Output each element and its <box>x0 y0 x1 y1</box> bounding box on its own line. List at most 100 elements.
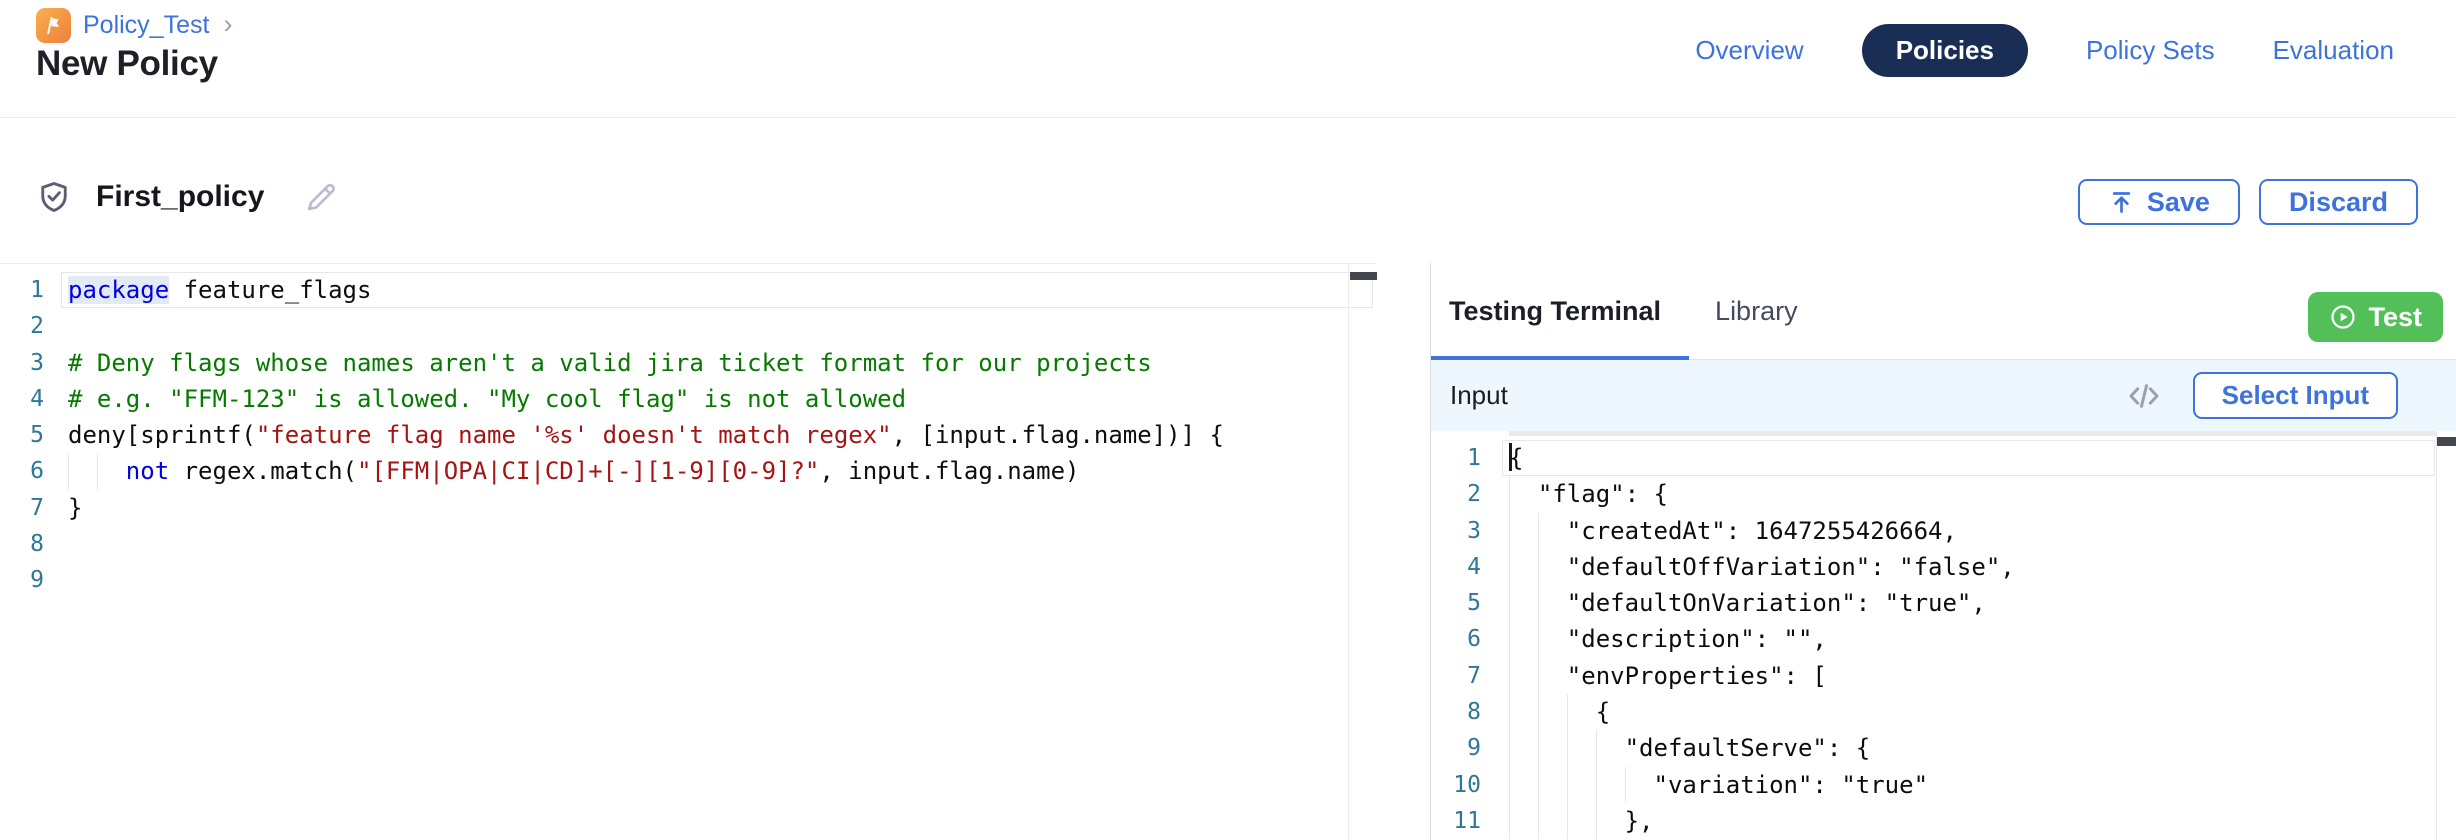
code-text: "flag": { <box>1509 476 1668 512</box>
code-icon[interactable] <box>2125 377 2163 415</box>
flag-icon <box>36 8 71 43</box>
input-editor[interactable]: 1{2 "flag": {3 "createdAt": 164725542666… <box>1431 431 2456 840</box>
upload-arrow-icon <box>2108 189 2135 216</box>
toolbar-buttons: Save Discard <box>2078 179 2418 225</box>
code-line[interactable]: 7 "envProperties": [ <box>1431 658 2456 694</box>
code-text: { <box>1509 694 1610 730</box>
code-text: } <box>68 490 82 526</box>
input-editor-scrollbar-track <box>2436 431 2437 840</box>
save-button-label: Save <box>2147 187 2210 218</box>
code-line[interactable]: 2 "flag": { <box>1431 476 2456 512</box>
breadcrumb-project-link[interactable]: Policy_Test <box>83 11 209 40</box>
chevron-right-icon: › <box>223 9 232 40</box>
shield-check-icon <box>36 179 72 215</box>
line-number: 2 <box>0 308 44 344</box>
testing-panel: Testing Terminal Library Test Input Sele… <box>1430 263 2456 840</box>
line-number: 4 <box>1431 549 1481 585</box>
play-circle-icon <box>2329 303 2357 331</box>
policy-editor-scrollbar-track <box>1348 264 1349 840</box>
code-line[interactable]: 9 "defaultServe": { <box>1431 730 2456 766</box>
input-title: Input <box>1450 380 1508 411</box>
code-line[interactable]: 1{ <box>1431 440 2456 476</box>
policy-editor-scrollbar-thumb[interactable] <box>1350 272 1377 280</box>
line-number: 4 <box>0 381 44 417</box>
tab-library[interactable]: Library <box>1715 296 1798 327</box>
code-line[interactable]: 7} <box>0 490 1375 526</box>
code-text: # e.g. "FFM-123" is allowed. "My cool fl… <box>68 381 906 417</box>
line-number: 6 <box>1431 621 1481 657</box>
save-button[interactable]: Save <box>2078 179 2240 225</box>
line-number: 1 <box>1431 440 1481 476</box>
code-line[interactable]: 6 "description": "", <box>1431 621 2456 657</box>
tab-testing-terminal[interactable]: Testing Terminal <box>1449 296 1661 327</box>
code-text: "defaultOffVariation": "false", <box>1509 549 2015 585</box>
pencil-icon[interactable] <box>302 178 340 216</box>
select-input-button[interactable]: Select Input <box>2193 372 2398 419</box>
code-text: "defaultOnVariation": "true", <box>1509 585 1986 621</box>
code-text: deny[sprintf("feature flag name '%s' doe… <box>68 417 1224 453</box>
line-number: 11 <box>1431 803 1481 839</box>
code-line[interactable]: 8 <box>0 526 1375 562</box>
nav-item-evaluation[interactable]: Evaluation <box>2273 35 2394 66</box>
code-text: package feature_flags <box>68 272 371 308</box>
line-number: 6 <box>0 453 44 489</box>
discard-button-label: Discard <box>2289 187 2388 218</box>
code-line[interactable]: 9 <box>0 562 1375 598</box>
code-text: }, <box>1509 803 1654 839</box>
breadcrumb: Policy_Test › <box>36 8 232 43</box>
line-number: 5 <box>1431 585 1481 621</box>
code-line[interactable]: 5 deny[sprintf("feature flag name '%s' do… <box>0 417 1375 453</box>
code-line[interactable]: 8 { <box>1431 694 2456 730</box>
code-text: "description": "", <box>1509 621 1827 657</box>
code-text: # Deny flags whose names aren't a valid … <box>68 345 1152 381</box>
nav-item-policy-sets[interactable]: Policy Sets <box>2086 35 2215 66</box>
code-text: not regex.match("[FFM|OPA|CI|CD]+[-][1-9… <box>68 453 1079 489</box>
code-line[interactable]: 4 "defaultOffVariation": "false", <box>1431 549 2456 585</box>
code-line[interactable]: 4 # e.g. "FFM-123" is allowed. "My cool f… <box>0 381 1375 417</box>
top-nav: Overview Policies Policy Sets Evaluation <box>1695 24 2394 77</box>
policy-editor-lines: 1 package feature_flags 23 # Deny flags who… <box>0 264 1375 599</box>
discard-button[interactable]: Discard <box>2259 179 2418 225</box>
code-line[interactable]: 5 "defaultOnVariation": "true", <box>1431 585 2456 621</box>
line-number: 5 <box>0 417 44 453</box>
input-editor-lines: 1{2 "flag": {3 "createdAt": 164725542666… <box>1431 431 2456 839</box>
policy-name: First_policy <box>96 180 264 214</box>
code-line[interactable]: 2 <box>0 308 1375 344</box>
testing-panel-tabs: Testing Terminal Library Test <box>1431 263 2456 360</box>
code-line[interactable]: 3 # Deny flags whose names aren't a valid… <box>0 345 1375 381</box>
line-number: 1 <box>0 272 44 308</box>
line-number: 3 <box>0 345 44 381</box>
line-number: 7 <box>0 490 44 526</box>
input-editor-scrollbar-thumb[interactable] <box>2437 437 2456 446</box>
code-text: "defaultServe": { <box>1509 730 1870 766</box>
code-text: { <box>1509 440 1523 476</box>
select-input-label: Select Input <box>2222 380 2369 411</box>
page-title: New Policy <box>36 44 218 84</box>
code-line[interactable]: 11 }, <box>1431 803 2456 839</box>
line-number: 8 <box>1431 694 1481 730</box>
policy-toolbar: First_policy <box>36 178 340 216</box>
policy-editor[interactable]: 1 package feature_flags 23 # Deny flags who… <box>0 263 1375 840</box>
code-line[interactable]: 10 "variation": "true" <box>1431 767 2456 803</box>
code-text: "envProperties": [ <box>1509 658 1827 694</box>
line-number: 10 <box>1431 767 1481 803</box>
line-number: 7 <box>1431 658 1481 694</box>
line-number: 8 <box>0 526 44 562</box>
code-line[interactable]: 6 not regex.match("[FFM|OPA|CI|CD]+[-][1… <box>0 453 1375 489</box>
nav-item-overview[interactable]: Overview <box>1695 35 1803 66</box>
code-text: "variation": "true" <box>1509 767 1928 803</box>
code-line[interactable]: 3 "createdAt": 1647255426664, <box>1431 513 2456 549</box>
line-number: 3 <box>1431 513 1481 549</box>
line-number: 9 <box>1431 730 1481 766</box>
code-line[interactable]: 1 package feature_flags <box>0 272 1375 308</box>
code-text: "createdAt": 1647255426664, <box>1509 513 1957 549</box>
test-button[interactable]: Test <box>2308 292 2443 342</box>
input-editor-top-shadow <box>1509 431 2437 436</box>
policy-editor-page: Policy_Test › New Policy Overview Polici… <box>0 0 2456 840</box>
line-number: 9 <box>0 562 44 598</box>
test-button-label: Test <box>2368 302 2422 333</box>
nav-item-policies[interactable]: Policies <box>1862 24 2028 77</box>
line-number: 2 <box>1431 476 1481 512</box>
header-divider <box>0 117 2456 118</box>
input-header: Input Select Input <box>1431 360 2456 431</box>
